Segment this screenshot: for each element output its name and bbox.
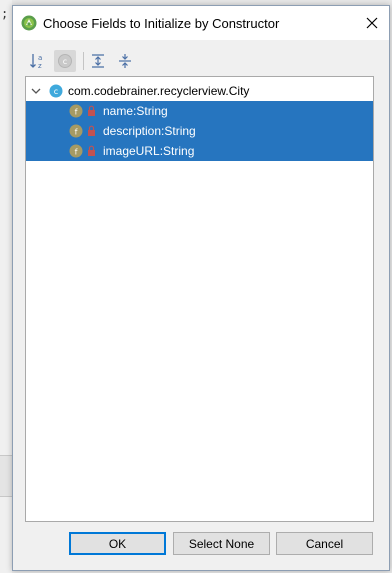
collapse-all-button[interactable] (114, 50, 136, 72)
sort-alphabetically-button[interactable]: a z (27, 50, 49, 72)
toolbar: a z c (27, 50, 347, 72)
lock-icon (88, 125, 95, 136)
fields-tree[interactable]: c com.codebrainer.recyclerview.City f na… (25, 76, 374, 522)
background-panel-edge (0, 455, 12, 497)
svg-text:f: f (75, 128, 78, 137)
show-classes-icon: c (58, 54, 72, 68)
class-name-label: com.codebrainer.recyclerview.City (68, 84, 250, 98)
svg-text:a: a (38, 54, 42, 62)
field-label: imageURL:String (103, 144, 195, 158)
collapse-all-icon (119, 54, 131, 68)
lock-icon (88, 145, 95, 156)
close-icon (366, 17, 378, 29)
background-window: ; (0, 0, 12, 573)
svg-text:c: c (63, 57, 67, 66)
cancel-button[interactable]: Cancel (276, 532, 373, 555)
expand-all-icon (92, 54, 104, 68)
field-icon: f (69, 124, 83, 138)
field-label: description:String (103, 124, 196, 138)
background-code-fragment: ; (1, 7, 9, 21)
expand-all-button[interactable] (87, 50, 109, 72)
title-bar: Choose Fields to Initialize by Construct… (13, 6, 389, 40)
tree-row-field[interactable]: f name:String (26, 101, 373, 121)
select-none-button[interactable]: Select None (173, 532, 270, 555)
ok-button[interactable]: OK (69, 532, 166, 555)
tree-row-field[interactable]: f imageURL:String (26, 141, 373, 161)
android-studio-icon (21, 15, 37, 31)
chevron-down-icon[interactable] (30, 85, 42, 97)
svg-text:f: f (75, 108, 78, 117)
choose-fields-dialog: Choose Fields to Initialize by Construct… (12, 5, 390, 571)
svg-text:c: c (54, 87, 58, 96)
lock-icon (88, 105, 95, 116)
tree-row-field[interactable]: f description:String (26, 121, 373, 141)
svg-text:f: f (75, 148, 78, 157)
svg-text:z: z (38, 62, 42, 70)
sort-alphabetically-icon: a z (30, 54, 42, 70)
toolbar-separator (83, 52, 84, 70)
show-classes-toggle[interactable]: c (54, 50, 76, 72)
dialog-title: Choose Fields to Initialize by Construct… (43, 16, 280, 31)
tree-row-class[interactable]: c com.codebrainer.recyclerview.City (26, 81, 373, 101)
field-icon: f (69, 144, 83, 158)
field-label: name:String (103, 104, 168, 118)
class-icon: c (49, 84, 63, 98)
close-button[interactable] (355, 6, 389, 40)
field-icon: f (69, 104, 83, 118)
